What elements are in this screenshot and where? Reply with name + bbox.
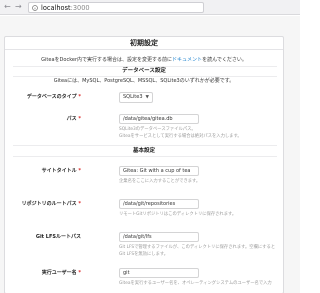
db-path-help: SQLite3のデータベースファイルパス。 [119,127,196,132]
docs-link[interactable]: ドキュメント [172,57,202,63]
run-user-value: git [123,270,130,276]
divider [13,145,277,146]
install-page: 初期設定 GiteaをDocker内で実行する場合は、設定を変更する前にドキュメ… [0,16,300,293]
repo-root-label: リポジトリのルートパス * [21,201,81,207]
db-section-title: データベース設定 [122,68,166,74]
site-title-label: サイトタイトル * [41,168,81,174]
lfs-root-label: Git LFSルートパス [35,234,81,240]
lfs-root-help: Git LFSで管理するファイルが、このディレクトリに保存されます。空欄にすると [119,245,276,250]
divider [13,66,277,67]
back-arrow-icon[interactable]: ← [4,3,11,11]
db-type-value: SQLite3 [123,94,143,100]
repo-root-input[interactable]: /data/git/repositories [119,199,199,209]
page-title: 初期設定 [130,39,158,47]
run-user-help: Giteaを実行するユーザー名を、オペレーティングシステムのユーザー名で入力 [119,281,272,286]
run-user-label: 実行ユーザー名 * [41,270,81,276]
install-form: 初期設定 GiteaをDocker内で実行する場合は、設定を変更する前にドキュメ… [4,36,284,293]
db-type-select[interactable]: SQLite3 ▼ [119,92,153,103]
db-path-help: Giteaをサービスとして実行する場合は絶対パスを入力します。 [119,134,242,139]
db-path-value: /data/gitea/gitea.db [123,116,173,122]
divider [13,156,277,157]
repo-root-help: リモートGitリポジトリはこのディレクトリに保存されます。 [119,212,237,217]
forward-arrow-icon[interactable]: → [15,3,22,11]
general-section-title: 基本設定 [132,148,155,154]
form-header: 初期設定 [5,37,283,50]
site-title-value: Gitea: Git with a cup of tea [123,168,191,174]
db-requirement-note: Giteaには、MySQL、PostgreSQL、MSSQL、SQLite3のい… [53,78,235,84]
address-bar[interactable]: localhost:3000 [28,2,204,13]
db-path-input[interactable]: /data/gitea/gitea.db [119,114,199,124]
site-title-help: 企業名をここに入力することができます。 [119,179,201,184]
lfs-root-value: /data/git/lfs [123,234,152,240]
divider [13,76,277,77]
docker-note: GiteaをDocker内で実行する場合は、設定を変更する前にドキュメントを読ん… [5,57,283,64]
lfs-root-help: Git LFSを無効にします。 [119,252,169,257]
info-icon [32,5,38,11]
run-user-input[interactable]: git [119,268,199,278]
db-type-label: データベースのタイプ * [26,94,81,100]
chevron-down-icon: ▼ [145,95,149,100]
site-title-input[interactable]: Gitea: Git with a cup of tea [119,166,199,176]
db-path-label: パス * [66,116,81,122]
repo-root-value: /data/git/repositories [123,201,176,207]
lfs-root-input[interactable]: /data/git/lfs [119,232,199,242]
browser-toolbar: ← → localhost:3000 [0,0,300,15]
docker-note-text: GiteaをDocker内で実行する場合は、設定を変更する前に [41,57,173,63]
docker-note-suffix: を読んでください。 [202,57,247,63]
url-text: localhost:3000 [41,4,90,12]
